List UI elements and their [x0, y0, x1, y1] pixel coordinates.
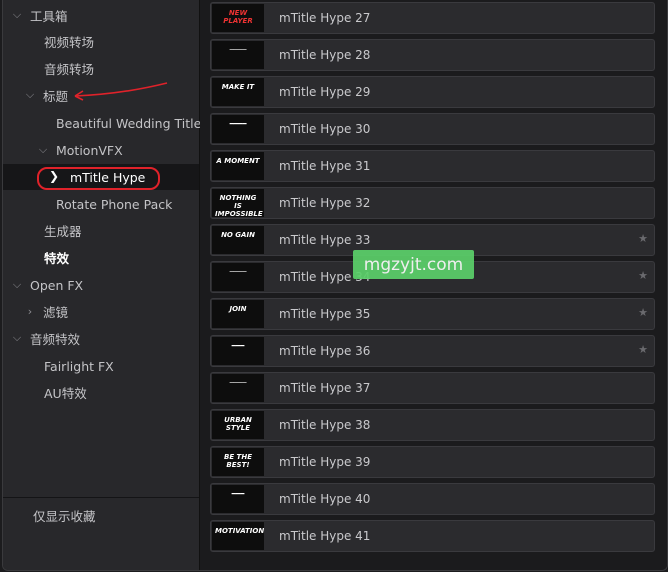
favorites-only-toggle[interactable]: 仅显示收藏	[33, 506, 96, 525]
chevron-down-icon[interactable]: ⌵	[10, 278, 24, 292]
title-item[interactable]: MOTIVATION mTitle Hype 41	[210, 520, 655, 552]
thumbnail-text: ━━━	[231, 342, 245, 350]
title-thumbnail: NOTHING IS IMPOSSIBLE	[212, 189, 264, 217]
watermark: mgzyjt.com	[353, 250, 474, 279]
title-item-name: mTitle Hype 32	[279, 196, 371, 210]
title-thumbnail: ────	[212, 374, 264, 402]
title-thumbnail: NEW PLAYER	[212, 4, 264, 32]
title-item-name: mTitle Hype 36	[279, 344, 371, 358]
title-item-name: mTitle Hype 29	[279, 85, 371, 99]
title-item-name: mTitle Hype 33	[279, 233, 371, 247]
title-thumbnail: URBAN STYLE	[212, 411, 264, 439]
sidebar: ⌵ 工具箱 视频转场 音频转场 ⌵ 标题 Beautiful Wedding Tit…	[3, 0, 208, 570]
chevron-down-icon[interactable]: ⌵	[10, 331, 24, 345]
title-thumbnail: BE THE BEST!	[212, 448, 264, 476]
thumbnail-text: NO GAIN	[221, 231, 255, 239]
title-item[interactable]: ──── mTitle Hype 28	[210, 39, 655, 71]
title-item[interactable]: JOIN mTitle Hype 35 ★	[210, 298, 655, 330]
title-thumbnail: MAKE IT	[212, 78, 264, 106]
title-thumbnail: ────	[212, 263, 264, 291]
title-item-name: mTitle Hype 40	[279, 492, 371, 506]
title-item[interactable]: ━━━ mTitle Hype 36 ★	[210, 335, 655, 367]
title-item[interactable]: MAKE IT mTitle Hype 29	[210, 76, 655, 108]
title-item-name: mTitle Hype 35	[279, 307, 371, 321]
star-icon[interactable]: ★	[638, 269, 648, 282]
tree-item-audio-effects[interactable]: ⌵ 音频特效	[3, 325, 206, 351]
thumbnail-text: NOTHING IS IMPOSSIBLE	[215, 194, 263, 217]
title-item[interactable]: NOTHING IS IMPOSSIBLE mTitle Hype 32	[210, 187, 655, 219]
sidebar-divider	[3, 497, 199, 498]
tree-item-motionvfx[interactable]: ⌵ MotionVFX	[3, 137, 232, 163]
effects-library-window: ⌵ 工具箱 视频转场 音频转场 ⌵ 标题 Beautiful Wedding Tit…	[2, 0, 668, 571]
title-item-name: mTitle Hype 30	[279, 122, 371, 136]
title-item-name: mTitle Hype 39	[279, 455, 371, 469]
annotation-arrow	[74, 82, 168, 101]
title-thumbnail: JOIN	[212, 300, 264, 328]
star-icon[interactable]: ★	[638, 343, 648, 356]
tree-item-label: mTitle Hype	[70, 170, 146, 185]
title-thumbnail: A MOMENT	[212, 152, 264, 180]
title-item[interactable]: ──── mTitle Hype 37	[210, 372, 655, 404]
thumbnail-text: MAKE IT	[221, 83, 255, 91]
title-item[interactable]: BE THE BEST! mTitle Hype 39	[210, 446, 655, 478]
title-thumbnail: MOTIVATION	[212, 522, 264, 550]
title-item[interactable]: URBAN STYLE mTitle Hype 38	[210, 409, 655, 441]
thumbnail-text: BE THE BEST!	[224, 453, 252, 469]
title-item-name: mTitle Hype 31	[279, 159, 371, 173]
thumbnail-text: ━━━	[231, 490, 245, 498]
thumbnail-text: ────	[229, 46, 247, 54]
tree-item-toolbox[interactable]: ⌵ 工具箱	[3, 2, 206, 28]
tree-item-open-fx[interactable]: ⌵ Open FX	[3, 272, 206, 298]
title-item[interactable]: NEW PLAYER mTitle Hype 27	[210, 2, 655, 34]
thumbnail-text: ────	[229, 268, 247, 276]
thumbnail-text: URBAN STYLE	[224, 416, 252, 432]
effects-grid: NEW PLAYER mTitle Hype 27 ──── mTitle Hype …	[200, 0, 667, 570]
chevron-right-icon[interactable]: ❯	[49, 169, 59, 183]
title-item-name: mTitle Hype 41	[279, 529, 371, 543]
title-item[interactable]: ━━━ mTitle Hype 40	[210, 483, 655, 515]
tree-item-filters[interactable]: › 滤镜	[3, 298, 219, 324]
title-thumbnail: NO GAIN	[212, 226, 264, 254]
thumbnail-text: NEW PLAYER	[223, 9, 253, 25]
title-item-name: mTitle Hype 37	[279, 381, 371, 395]
title-item[interactable]: ━━━━ mTitle Hype 30	[210, 113, 655, 145]
chevron-down-icon[interactable]: ⌵	[10, 8, 24, 22]
thumbnail-text: ━━━━	[229, 120, 247, 128]
title-thumbnail: ━━━	[212, 337, 264, 365]
title-item-name: mTitle Hype 28	[279, 48, 371, 62]
thumbnail-text: MOTIVATION	[215, 527, 264, 535]
title-thumbnail: ━━━	[212, 485, 264, 513]
star-icon[interactable]: ★	[638, 306, 648, 319]
title-item-name: mTitle Hype 38	[279, 418, 371, 432]
title-item-name: mTitle Hype 27	[279, 11, 371, 25]
chevron-down-icon[interactable]: ⌵	[36, 143, 50, 157]
thumbnail-text: ────	[229, 379, 247, 387]
thumbnail-text: A MOMENT	[216, 157, 260, 165]
chevron-right-icon[interactable]: ›	[23, 305, 37, 318]
title-item[interactable]: A MOMENT mTitle Hype 31	[210, 150, 655, 182]
chevron-down-icon[interactable]: ⌵	[23, 88, 37, 102]
star-icon[interactable]: ★	[638, 232, 648, 245]
title-thumbnail: ━━━━	[212, 115, 264, 143]
thumbnail-text: JOIN	[229, 305, 247, 313]
title-thumbnail: ────	[212, 41, 264, 69]
